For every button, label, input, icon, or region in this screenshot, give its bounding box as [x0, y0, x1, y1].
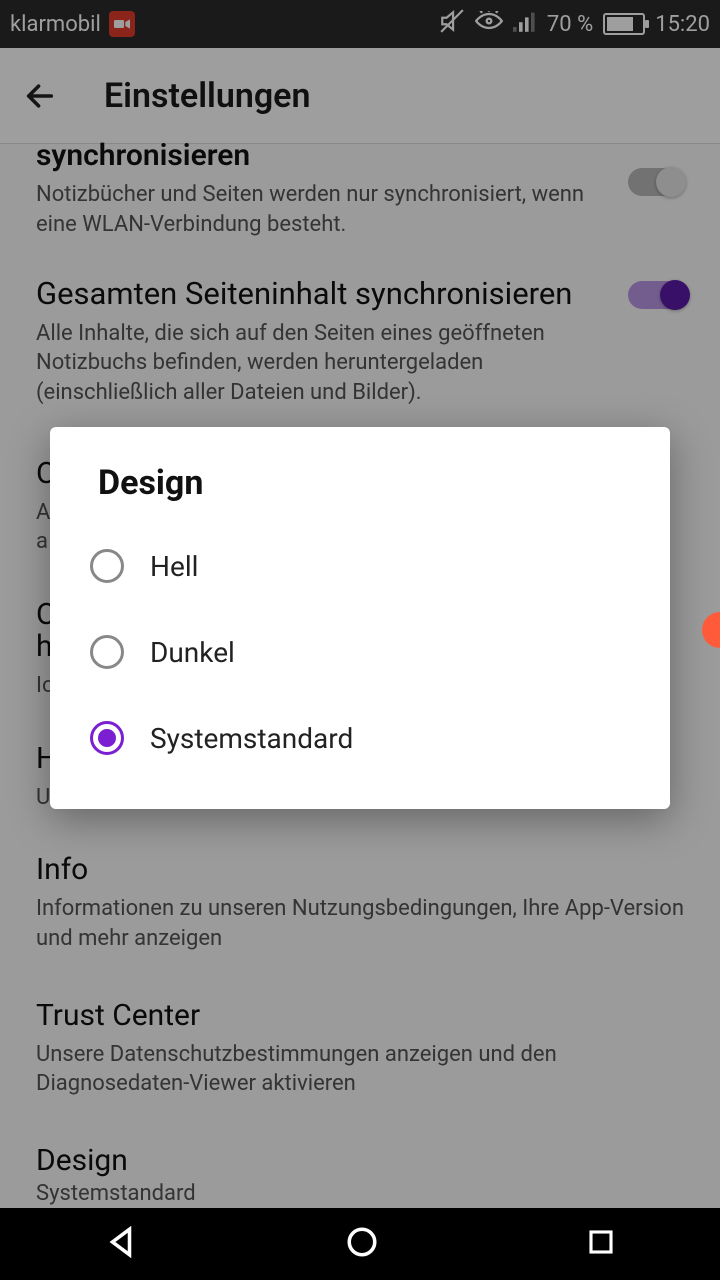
screen: klarmobil 70 % 15:20 Einstellungen — [0, 0, 720, 1280]
design-dialog: Design Hell Dunkel Systemstandard — [50, 427, 670, 809]
option-label: Hell — [150, 550, 198, 583]
nav-bar — [0, 1208, 720, 1280]
radio-option-hell[interactable]: Hell — [50, 523, 670, 609]
radio-icon — [90, 721, 124, 755]
nav-home-button[interactable] — [345, 1225, 379, 1263]
nav-back-button[interactable] — [104, 1225, 138, 1263]
dialog-title: Design — [50, 463, 670, 523]
option-label: Dunkel — [150, 636, 235, 669]
radio-icon — [90, 549, 124, 583]
radio-icon — [90, 635, 124, 669]
radio-option-dunkel[interactable]: Dunkel — [50, 609, 670, 695]
option-label: Systemstandard — [150, 722, 353, 755]
nav-recents-button[interactable] — [586, 1227, 616, 1261]
radio-option-systemstandard[interactable]: Systemstandard — [50, 695, 670, 781]
